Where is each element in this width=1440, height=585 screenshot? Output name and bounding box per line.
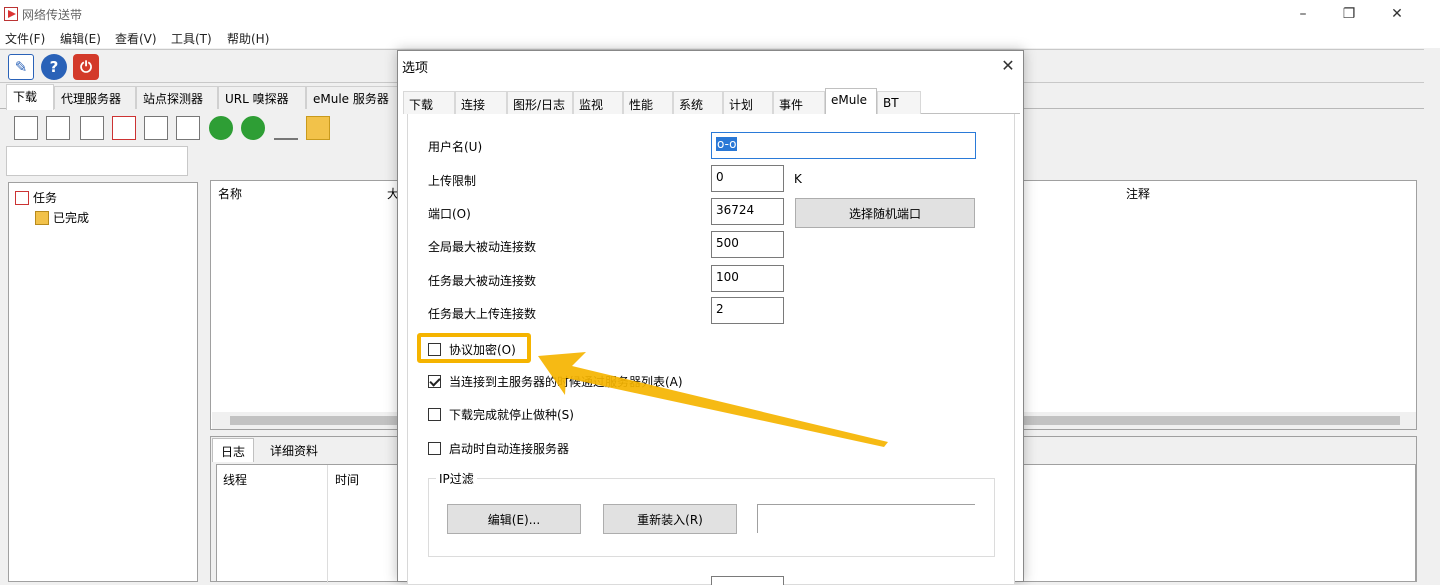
dialog-tabs: 下载 连接 图形/日志 监视 性能 系统 计划 事件 eMule BT bbox=[403, 88, 1020, 115]
dialog-tab-download[interactable]: 下载 bbox=[403, 91, 455, 114]
column-comment[interactable]: 注释 bbox=[1126, 185, 1150, 202]
title-bar: 网络传送带 – ❐ ✕ bbox=[0, 0, 1440, 28]
username-input[interactable]: o-o bbox=[711, 132, 976, 159]
dialog-tab-bt[interactable]: BT bbox=[877, 91, 921, 114]
tab-log[interactable]: 日志 bbox=[212, 438, 255, 462]
task-max-uploads-label: 任务最大上传连接数 bbox=[428, 307, 537, 321]
upload-unit-label: K bbox=[794, 172, 802, 186]
help-icon[interactable]: ? bbox=[41, 54, 67, 80]
open-icon[interactable] bbox=[274, 116, 298, 140]
delete-icon[interactable] bbox=[144, 116, 168, 140]
task-icon bbox=[15, 190, 29, 205]
dialog-close-button[interactable]: ✕ bbox=[997, 54, 1019, 76]
tab-url-sniffer[interactable]: URL 嗅探器 bbox=[218, 86, 306, 109]
power-icon[interactable]: ⏻ bbox=[73, 54, 99, 80]
checkbox-box[interactable] bbox=[428, 408, 441, 421]
port-label: 端口(O) bbox=[428, 207, 471, 221]
dialog-tab-graph-log[interactable]: 图形/日志 bbox=[507, 91, 573, 114]
dialog-title: 选项 bbox=[402, 61, 429, 76]
stop-icon[interactable] bbox=[80, 116, 104, 140]
tab-site-explorer[interactable]: 站点探测器 bbox=[136, 86, 218, 109]
dialog-tab-monitor[interactable]: 监视 bbox=[573, 91, 623, 114]
dialog-tab-emule[interactable]: eMule bbox=[825, 88, 877, 115]
auto-connect-checkbox[interactable]: 启动时自动连接服务器 bbox=[428, 440, 569, 457]
close-window-button[interactable]: ✕ bbox=[1374, 2, 1420, 26]
menu-view[interactable]: 查看(V) bbox=[115, 30, 157, 47]
global-max-connections-input[interactable]: 500 bbox=[711, 231, 784, 258]
dialog-tab-system[interactable]: 系统 bbox=[673, 91, 723, 114]
ip-filter-path-input[interactable] bbox=[757, 504, 975, 533]
menu-file[interactable]: 文件(F) bbox=[5, 30, 45, 47]
username-value: o-o bbox=[716, 137, 738, 151]
maximize-button[interactable]: ❐ bbox=[1326, 2, 1372, 26]
dialog-tab-performance[interactable]: 性能 bbox=[623, 91, 673, 114]
update-server-list-checkbox[interactable]: 当连接到主服务器的时候通过服务器列表(A) bbox=[428, 373, 683, 390]
dialog-tab-schedule[interactable]: 计划 bbox=[723, 91, 773, 114]
column-name[interactable]: 名称 bbox=[218, 185, 242, 202]
dialog-tab-connection[interactable]: 连接 bbox=[455, 91, 507, 114]
column-time[interactable]: 时间 bbox=[335, 471, 359, 488]
complete-icon[interactable] bbox=[176, 116, 200, 140]
minimize-button[interactable]: – bbox=[1280, 2, 1326, 26]
menu-bar: 文件(F) 编辑(E) 查看(V) 工具(T) 帮助(H) bbox=[0, 28, 1440, 48]
ip-filter-reload-button[interactable]: 重新装入(R) bbox=[603, 504, 737, 534]
move-down-icon[interactable] bbox=[241, 116, 265, 140]
checkbox-box[interactable] bbox=[428, 375, 441, 388]
address-bar[interactable] bbox=[6, 146, 188, 176]
pause-icon[interactable] bbox=[46, 116, 70, 140]
task-max-connections-label: 任务最大被动连接数 bbox=[428, 274, 537, 288]
menu-help[interactable]: 帮助(H) bbox=[227, 30, 269, 47]
tab-details[interactable]: 详细资料 bbox=[262, 438, 326, 462]
ip-filter-label: IP过滤 bbox=[436, 470, 477, 487]
move-up-icon[interactable] bbox=[209, 116, 233, 140]
partial-input[interactable] bbox=[711, 576, 784, 585]
app-icon bbox=[4, 7, 18, 21]
menu-tools[interactable]: 工具(T) bbox=[171, 30, 212, 47]
tab-download[interactable]: 下载 bbox=[6, 84, 54, 110]
edit-options-icon[interactable]: ✎ bbox=[8, 54, 34, 80]
menu-edit[interactable]: 编辑(E) bbox=[60, 30, 101, 47]
upload-limit-input[interactable]: 0 bbox=[711, 165, 784, 192]
task-max-connections-input[interactable]: 100 bbox=[711, 265, 784, 292]
ip-filter-edit-button[interactable]: 编辑(E)... bbox=[447, 504, 581, 534]
window-title: 网络传送带 bbox=[22, 8, 83, 22]
task-tree: 任务 已完成 bbox=[8, 182, 198, 582]
completed-folder-icon bbox=[35, 210, 49, 225]
task-max-uploads-input[interactable]: 2 bbox=[711, 297, 784, 324]
stop-seeding-checkbox[interactable]: 下载完成就停止做种(S) bbox=[428, 406, 574, 423]
global-max-connections-label: 全局最大被动连接数 bbox=[428, 240, 537, 254]
folder-icon[interactable] bbox=[306, 116, 330, 140]
username-label: 用户名(U) bbox=[428, 140, 483, 154]
new-task-icon[interactable] bbox=[112, 116, 136, 140]
checkbox-box[interactable] bbox=[428, 442, 441, 455]
start-icon[interactable] bbox=[14, 116, 38, 140]
tab-emule-servers[interactable]: eMule 服务器 bbox=[306, 86, 398, 109]
tab-proxy-servers[interactable]: 代理服务器 bbox=[54, 86, 136, 109]
port-input[interactable]: 36724 bbox=[711, 198, 784, 225]
column-thread[interactable]: 线程 bbox=[223, 471, 247, 488]
upload-limit-label: 上传限制 bbox=[428, 174, 477, 188]
dialog-tab-events[interactable]: 事件 bbox=[773, 91, 825, 114]
tree-item-tasks[interactable]: 任务 bbox=[15, 189, 57, 206]
annotation-highlight-box bbox=[417, 333, 531, 363]
random-port-button[interactable]: 选择随机端口 bbox=[795, 198, 975, 228]
tree-item-completed[interactable]: 已完成 bbox=[35, 209, 89, 226]
